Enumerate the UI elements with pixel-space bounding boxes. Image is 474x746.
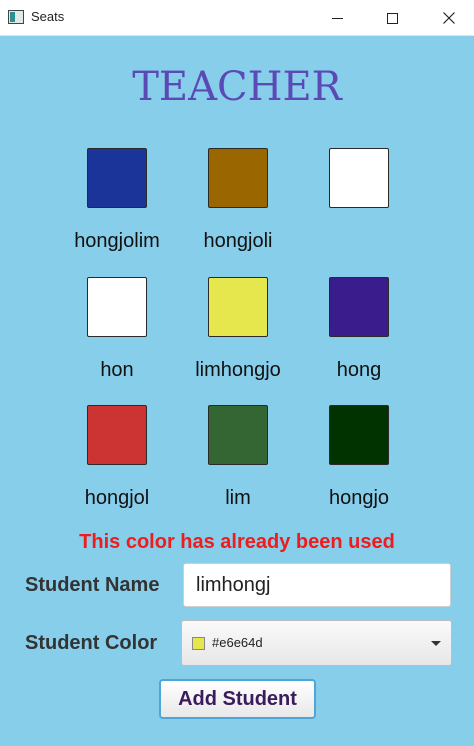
seat-6[interactable]: hong xyxy=(288,277,428,407)
chevron-down-icon xyxy=(431,641,441,646)
selected-color-value: #e6e64d xyxy=(212,635,263,650)
seat-student-name: hong xyxy=(336,359,382,381)
seat-color-swatch xyxy=(329,148,389,208)
close-button[interactable] xyxy=(426,0,472,36)
student-name-label: Student Name xyxy=(25,574,160,596)
seat-1[interactable]: hongjolim xyxy=(46,148,186,278)
seat-color-swatch xyxy=(208,148,268,208)
seat-4[interactable]: hon xyxy=(46,277,186,407)
seat-3[interactable] xyxy=(288,148,428,278)
seat-color-swatch xyxy=(208,277,268,337)
app-window-icon xyxy=(8,10,24,24)
student-color-label: Student Color xyxy=(25,632,158,654)
title-bar: Seats xyxy=(0,0,474,36)
seat-color-swatch xyxy=(329,405,389,465)
seat-student-name: hongjo xyxy=(328,487,390,509)
teacher-heading: TEACHER xyxy=(132,64,342,110)
minimize-icon xyxy=(331,17,343,19)
student-name-input[interactable] xyxy=(183,563,451,607)
seat-8[interactable]: lim xyxy=(167,405,307,535)
close-icon xyxy=(443,12,455,24)
error-message: This color has already been used xyxy=(79,531,395,553)
window-title: Seats xyxy=(31,9,65,24)
maximize-icon xyxy=(386,12,398,24)
student-color-picker[interactable]: #e6e64d xyxy=(181,620,452,666)
seat-2[interactable]: hongjoli xyxy=(167,148,307,278)
seat-color-swatch xyxy=(87,148,147,208)
maximize-button[interactable] xyxy=(369,0,415,36)
seat-color-swatch xyxy=(87,277,147,337)
seat-color-swatch xyxy=(87,405,147,465)
seat-color-swatch xyxy=(329,277,389,337)
seat-5[interactable]: limhongjo xyxy=(167,277,307,407)
seat-9[interactable]: hongjo xyxy=(288,405,428,535)
selected-color-chip xyxy=(192,637,205,650)
add-student-button[interactable]: Add Student xyxy=(159,679,316,719)
seat-color-swatch xyxy=(208,405,268,465)
seat-7[interactable]: hongjol xyxy=(46,405,186,535)
minimize-button[interactable] xyxy=(314,0,360,36)
